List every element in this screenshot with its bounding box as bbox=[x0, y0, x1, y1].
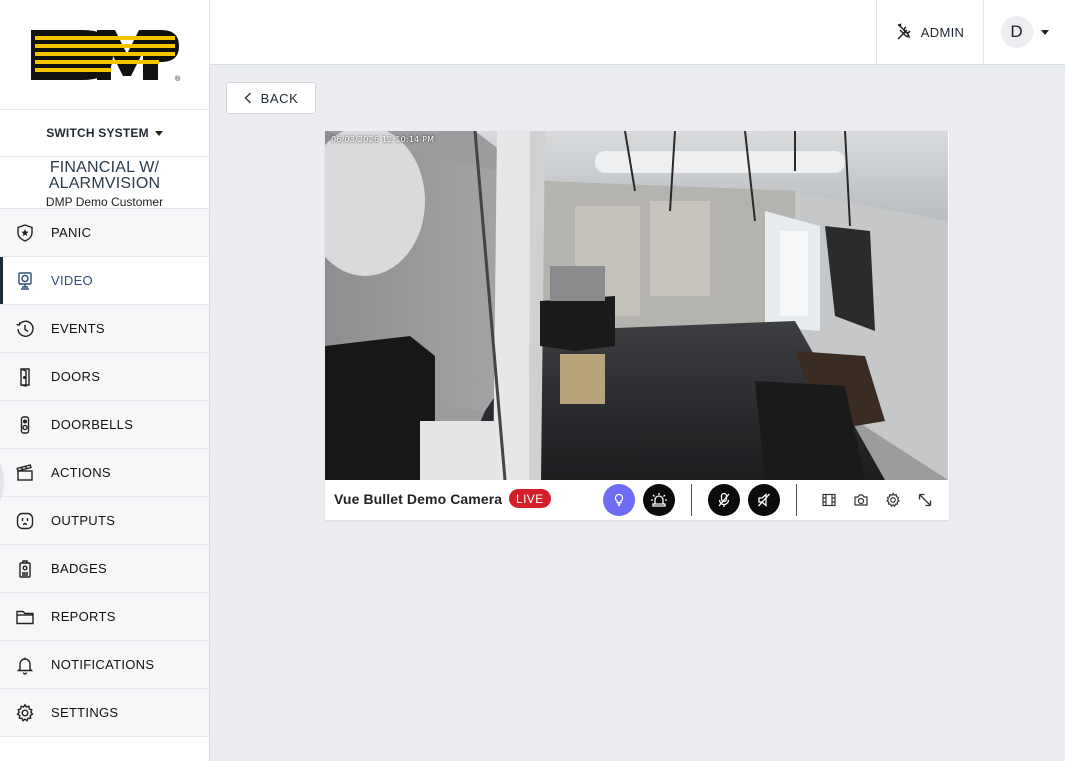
switch-system-label: SWITCH SYSTEM bbox=[46, 126, 149, 140]
avatar: D bbox=[1000, 16, 1033, 48]
admin-label: ADMIN bbox=[920, 24, 965, 40]
light-button[interactable] bbox=[603, 484, 635, 516]
sidebar-item-label: ACTIONS bbox=[51, 465, 111, 480]
sidebar-item-outputs[interactable]: OUTPUTS bbox=[0, 497, 209, 545]
live-badge: LIVE bbox=[509, 489, 551, 508]
top-header: ADMIN D bbox=[210, 0, 1065, 65]
svg-text:®: ® bbox=[175, 75, 181, 83]
expand-button[interactable] bbox=[915, 490, 935, 510]
switch-system-dropdown[interactable]: SWITCH SYSTEM bbox=[0, 110, 209, 157]
sidebar-item-label: SETTINGS bbox=[51, 705, 119, 720]
sidebar-item-label: REPORTS bbox=[51, 609, 116, 624]
speaker-off-icon bbox=[758, 493, 770, 507]
customer-name: DMP Demo Customer bbox=[45, 195, 164, 209]
sidebar-item-notifications[interactable]: NOTIFICATIONS bbox=[0, 641, 209, 689]
light-bulb-icon bbox=[614, 493, 624, 507]
mute-mic-button[interactable] bbox=[708, 484, 740, 516]
shield-star-icon bbox=[14, 222, 36, 244]
sidebar-item-label: BADGES bbox=[51, 561, 107, 576]
siren-icon bbox=[651, 493, 667, 507]
sidebar-item-label: OUTPUTS bbox=[51, 513, 116, 528]
camera-snapshot-icon bbox=[854, 494, 868, 506]
sidebar-item-label: NOTIFICATIONS bbox=[51, 657, 155, 672]
sidebar-item-label: DOORS bbox=[51, 369, 101, 384]
sidebar-item-label: PANIC bbox=[51, 225, 92, 240]
sidebar-item-doorbells[interactable]: DOORBELLS bbox=[0, 401, 209, 449]
bell-icon bbox=[14, 654, 36, 676]
tools-icon bbox=[897, 23, 911, 40]
camera-card: 06/03/2026 12:10:14 PM Vue Bullet Demo C… bbox=[325, 131, 949, 520]
camera-settings-button[interactable] bbox=[883, 490, 903, 510]
divider bbox=[796, 484, 797, 516]
dmp-logo: ® bbox=[0, 0, 209, 110]
chevron-left-icon bbox=[244, 92, 251, 104]
sidebar-item-label: VIDEO bbox=[51, 273, 93, 288]
system-name: FINANCIAL W/ ALARMVISION bbox=[48, 159, 161, 192]
back-button[interactable]: BACK bbox=[226, 82, 316, 114]
sidebar-item-label: DOORBELLS bbox=[51, 417, 134, 432]
video-timestamp: 06/03/2026 12:10:14 PM bbox=[331, 135, 435, 144]
sidebar-item-settings[interactable]: SETTINGS bbox=[0, 689, 209, 737]
sidebar-item-events[interactable]: EVENTS bbox=[0, 305, 209, 353]
clapperboard-icon bbox=[14, 462, 36, 484]
user-menu[interactable]: D bbox=[983, 0, 1065, 64]
film-icon bbox=[822, 493, 836, 507]
outlet-icon bbox=[14, 510, 36, 532]
sidebar-item-badges[interactable]: BADGES bbox=[0, 545, 209, 593]
sidebar-item-video[interactable]: VIDEO bbox=[0, 257, 209, 305]
camera-feed[interactable]: 06/03/2026 12:10:14 PM bbox=[325, 131, 948, 480]
doorbell-icon bbox=[14, 414, 36, 436]
mute-speaker-button[interactable] bbox=[748, 484, 780, 516]
sidebar-item-label: EVENTS bbox=[51, 321, 105, 336]
sidebar-item-doors[interactable]: DOORS bbox=[0, 353, 209, 401]
gear-icon bbox=[886, 492, 900, 508]
mic-off-icon bbox=[718, 492, 730, 507]
badge-icon bbox=[14, 558, 36, 580]
siren-button[interactable] bbox=[643, 484, 675, 516]
history-icon bbox=[14, 318, 36, 340]
folder-icon bbox=[14, 606, 36, 628]
snapshot-button[interactable] bbox=[851, 490, 871, 510]
camera-icon bbox=[14, 270, 36, 292]
sidebar-item-panic[interactable]: PANIC bbox=[0, 209, 209, 257]
camera-controls-bar: Vue Bullet Demo Camera LIVE bbox=[325, 480, 949, 520]
gear-icon bbox=[14, 702, 36, 724]
caret-down-icon bbox=[1040, 29, 1049, 35]
sidebar: ® SWITCH SYSTEM FINANCIAL W/ ALARMVISION… bbox=[0, 0, 210, 761]
caret-down-icon bbox=[154, 130, 163, 136]
system-info: FINANCIAL W/ ALARMVISION DMP Demo Custom… bbox=[0, 157, 209, 209]
camera-name: Vue Bullet Demo Camera bbox=[334, 491, 503, 507]
sidebar-item-reports[interactable]: REPORTS bbox=[0, 593, 209, 641]
divider bbox=[691, 484, 692, 516]
clips-button[interactable] bbox=[819, 490, 839, 510]
sidebar-item-actions[interactable]: ACTIONS bbox=[0, 449, 209, 497]
door-icon bbox=[14, 366, 36, 388]
expand-icon bbox=[918, 493, 932, 507]
back-label: BACK bbox=[260, 90, 299, 106]
admin-button[interactable]: ADMIN bbox=[876, 0, 983, 64]
